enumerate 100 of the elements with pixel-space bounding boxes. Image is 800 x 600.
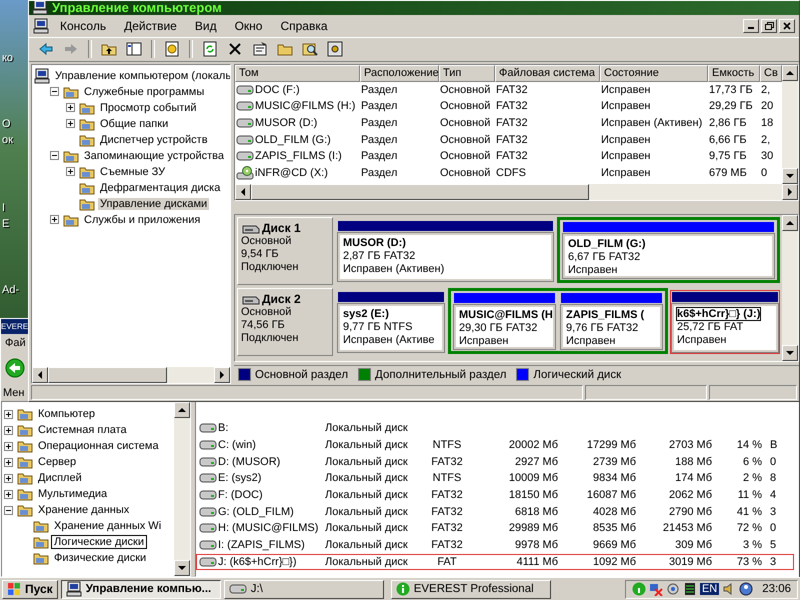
expand-icon[interactable] [4, 490, 13, 498]
disk-info-panel[interactable]: Диск 1 Основной 9,54 ГБ Подключен [237, 217, 333, 286]
table-row[interactable]: I: (ZAPIS_FILMS) Локальный диск FAT32 9978 Мб 9669 Мб 309 Мб 3 % 5 [196, 536, 794, 554]
partition-block[interactable]: MUSIC@FILMS (H 29,30 ГБ FAT32 Исправен [454, 305, 555, 350]
taskbar-button[interactable]: EVEREST Professional [390, 580, 551, 598]
info-icon [396, 582, 410, 596]
tree-item[interactable]: Сервер [36, 456, 78, 468]
menu-item[interactable]: Справка [273, 16, 335, 35]
tree-item[interactable]: Съемные ЗУ [98, 166, 168, 178]
menu-item[interactable]: Фай [5, 336, 26, 348]
tree-item[interactable]: Операционная система [36, 440, 161, 452]
tree-item[interactable]: Просмотр событий [98, 102, 199, 114]
taskbar-button[interactable]: Управление компью... [60, 580, 221, 598]
expand-icon[interactable] [66, 103, 75, 112]
collapse-icon[interactable] [4, 506, 13, 514]
column-header[interactable]: Расположение [360, 64, 439, 82]
back-arrow-icon[interactable] [38, 41, 54, 58]
desktop-icon-label[interactable]: ко [2, 52, 14, 64]
collapse-icon[interactable] [50, 151, 59, 160]
tree-item[interactable]: Мультимедиа [36, 488, 110, 500]
taskbar-button[interactable]: J:\ [224, 580, 384, 598]
drive-icon [199, 456, 217, 468]
desktop-icon-label[interactable]: ок [2, 134, 13, 146]
table-row[interactable]: B: Локальный диск [196, 420, 794, 437]
expand-icon[interactable] [4, 442, 13, 450]
horizontal-scrollbar[interactable] [32, 366, 230, 383]
tree-item[interactable]: Управление дисками [98, 198, 210, 210]
collapse-icon[interactable] [50, 87, 59, 96]
vertical-scrollbar[interactable] [174, 402, 190, 576]
partition-block[interactable]: MUSOR (D:) 2,87 ГБ FAT32 Исправен (Активен) [338, 233, 553, 282]
network-icon[interactable] [648, 582, 663, 596]
meter-icon[interactable] [682, 582, 697, 596]
horizontal-scrollbar[interactable] [235, 184, 798, 200]
tree-item[interactable]: Компьютер [36, 408, 97, 420]
menu-item[interactable]: Вид [188, 16, 224, 35]
tree-item[interactable]: Диспетчер устройств [98, 134, 210, 146]
tree-item[interactable]: Хранение данных [36, 504, 132, 516]
table-row[interactable]: F: (DOC) Локальный диск FAT32 18150 Мб 16087 Мб 2062 Мб 11 % 4 [196, 486, 794, 504]
partition-status: Исправен [677, 334, 728, 348]
refresh-icon[interactable] [202, 41, 218, 58]
drive-icon [199, 472, 217, 484]
partition-block[interactable]: k6$+hCrr}□} (J:) 25,72 ГБ FAT Исправен [672, 304, 778, 352]
search-icon[interactable] [302, 41, 318, 58]
tree-item[interactable]: Физические диски [52, 552, 148, 564]
menu-item[interactable]: Окно [228, 16, 270, 35]
properties-icon[interactable] [252, 41, 268, 58]
info-icon[interactable] [632, 582, 646, 596]
disk-info-panel[interactable]: Диск 2 Основной 74,56 ГБ Подключен [237, 288, 333, 356]
table-row[interactable]: E: (sys2) Локальный диск NTFS 10009 Мб 9834 Мб 174 Мб 2 % 8 [196, 470, 794, 487]
delete-icon[interactable] [227, 41, 243, 58]
tree-item[interactable]: Хранение данных Wi [52, 520, 164, 532]
menu-item[interactable]: Действие [117, 16, 184, 35]
expand-icon[interactable] [66, 167, 75, 176]
table-row[interactable]: H: (MUSIC@FILMS) Локальный диск FAT32 29989 Мб 8535 Мб 21453 Мб 72 % 0 [196, 520, 794, 537]
minimize-button[interactable] [743, 18, 759, 33]
desktop-icon-label[interactable]: Ad- [2, 284, 20, 296]
close-button[interactable] [779, 18, 795, 33]
desktop-icon-label[interactable]: О [2, 118, 11, 130]
tree-item[interactable]: Дефрагментация диска [98, 182, 222, 194]
folder-icon [33, 551, 49, 565]
folder-icon [79, 132, 95, 147]
column-header[interactable]: Файловая система [495, 64, 600, 82]
table-row[interactable]: G: (OLD_FILM) Локальный диск FAT32 6818 Мб 4028 Мб 2790 Мб 41 % 3 [196, 503, 794, 520]
tree-item[interactable]: Служебные программы [82, 86, 206, 98]
column-header[interactable]: Св [760, 64, 782, 82]
expand-icon[interactable] [66, 119, 75, 128]
table-cell-text: FAT32 [430, 454, 464, 470]
partition-block[interactable]: ZAPIS_FILMS ( 9,76 ГБ FAT32 Исправен [561, 305, 662, 350]
language-indicator[interactable]: EN [700, 583, 720, 595]
tree-item[interactable]: Логические диски [52, 536, 146, 548]
expand-icon[interactable] [4, 410, 13, 418]
expand-icon[interactable] [50, 215, 59, 224]
menu-label[interactable]: Мен [3, 387, 24, 399]
desktop-icon-label[interactable]: I [2, 202, 6, 214]
tree-item[interactable]: Службы и приложения [82, 214, 202, 226]
panel-icon[interactable] [126, 41, 142, 58]
column-header[interactable]: Том [235, 64, 360, 82]
partition-block[interactable]: OLD_FILM (G:) 6,67 ГБ FAT32 Исправен [563, 234, 774, 278]
restore-button[interactable] [761, 18, 777, 33]
partition-block[interactable]: sys2 (E:) 9,77 ГБ NTFS Исправен (Активе [338, 304, 444, 352]
desktop-icon-label[interactable]: E [2, 218, 10, 230]
expand-icon[interactable] [4, 458, 13, 466]
table-row[interactable]: C: (win) Локальный диск NTFS 20002 Мб 17299 Мб 2703 Мб 14 % В [196, 436, 794, 454]
column-header[interactable]: Емкость [708, 64, 760, 82]
expand-icon[interactable] [4, 474, 13, 482]
vertical-scrollbar[interactable] [782, 215, 798, 361]
tree-item[interactable]: Общие папки [98, 118, 170, 130]
column-header[interactable]: Состояние [600, 64, 708, 82]
column-header[interactable]: Тип [439, 64, 495, 82]
table-cell-text: FAT32 [430, 538, 464, 552]
tree-item[interactable]: Системная плата [36, 424, 129, 436]
start-button[interactable]: Пуск [2, 580, 58, 598]
table-row[interactable]: D: (MUSOR) Локальный диск FAT32 2927 Мб 2739 Мб 188 Мб 6 % 0 [196, 453, 794, 470]
table-row[interactable]: J: (k6$+hCrr}□}) Локальный диск FAT 4111 Мб 1092 Мб 3019 Мб 73 % 3 [196, 554, 794, 570]
expand-icon[interactable] [4, 426, 13, 434]
vertical-scrollbar[interactable] [782, 64, 798, 184]
tree-item[interactable]: Дисплей [36, 472, 84, 484]
tree-item[interactable]: Запоминающие устройства [82, 150, 226, 162]
menu-item[interactable]: Консоль [53, 16, 114, 35]
table-cell-text: Локальный диск [324, 471, 409, 486]
